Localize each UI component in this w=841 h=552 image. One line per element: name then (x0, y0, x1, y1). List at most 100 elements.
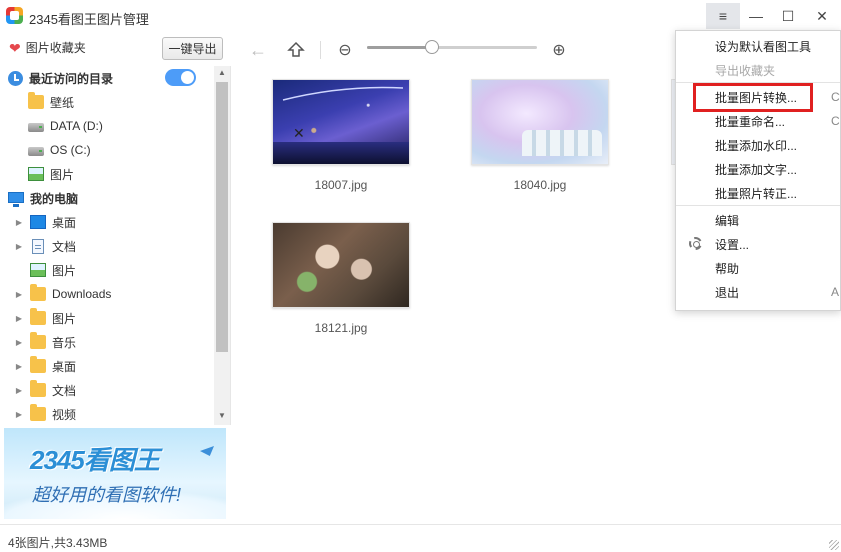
computer-tree-label: 音乐 (52, 335, 77, 350)
my-computer-header[interactable]: 我的电脑 (0, 186, 214, 210)
highlight-annotation-box (693, 83, 813, 112)
computer-tree-label: 桌面 (52, 215, 77, 230)
expand-arrow-icon[interactable]: ▶ (14, 338, 24, 347)
computer-tree-item[interactable]: ▶ 视频 (0, 402, 214, 425)
computer-tree-label: Downloads (52, 287, 112, 301)
menu-item-label: 编辑 (715, 213, 740, 228)
window-title: 2345看图王图片管理 (29, 12, 149, 27)
one-click-export-button[interactable]: 一键导出 (162, 37, 223, 60)
back-arrow-icon[interactable]: ← (247, 39, 269, 61)
computer-tree-item[interactable]: ▶ 桌面 (0, 210, 214, 234)
scroll-up-arrow-icon[interactable]: ▲ (214, 66, 230, 80)
folder-icon (30, 380, 46, 397)
computer-tree-label: 视频 (52, 407, 77, 422)
up-folder-icon[interactable] (285, 39, 307, 61)
menu-item-shortcut: A (831, 285, 840, 299)
banner-logo: 2345看图王 (30, 445, 160, 475)
menu-item-label: 帮助 (715, 261, 740, 276)
gear-icon (689, 237, 702, 250)
menu-item[interactable]: 编辑 (676, 208, 840, 232)
recent-dirs-header[interactable]: 最近访问的目录 (0, 66, 214, 90)
zoom-out-icon[interactable]: ⊖ (334, 39, 356, 61)
expand-arrow-icon[interactable]: ▶ (14, 362, 24, 371)
desktop-icon (30, 215, 46, 229)
zoom-slider-thumb[interactable] (424, 40, 439, 54)
thumbnail-image[interactable]: ✕ (272, 79, 410, 165)
minimize-button[interactable]: — (739, 3, 773, 29)
expand-arrow-icon[interactable]: ▶ (14, 242, 24, 251)
folder-icon (30, 404, 46, 421)
thumbnail-filename: 18121.jpg (314, 321, 368, 335)
computer-tree-item[interactable]: ▶ 文档 (0, 234, 214, 258)
menu-item[interactable]: 批量照片转正... (676, 181, 840, 205)
sidebar-scroll-thumb[interactable] (216, 82, 228, 352)
computer-tree-item[interactable]: ▶ 图片 (0, 306, 214, 330)
menu-item-shortcut: Ct (831, 90, 840, 104)
computer-tree-item[interactable]: ▶ Downloads (0, 282, 214, 306)
sidebar-scrollbar[interactable]: ▲ ▼ (214, 66, 230, 425)
recent-dirs-label: 最近访问的目录 (29, 71, 114, 86)
scroll-down-arrow-icon[interactable]: ▼ (214, 409, 230, 423)
app-logo-icon (6, 7, 23, 24)
doc-icon (32, 238, 44, 254)
computer-tree-label: 文档 (52, 383, 77, 398)
resize-grip-icon[interactable] (829, 540, 839, 550)
computer-icon (8, 191, 24, 207)
thumbnail-image[interactable] (272, 222, 410, 308)
menu-item[interactable]: 批量添加水印... (676, 133, 840, 157)
title-bar: 2345看图王图片管理 ≡ — ☐ ✕ (0, 0, 841, 33)
favorites-button[interactable]: ❤ 图片收藏夹 (9, 39, 86, 56)
computer-tree-item[interactable]: ▶ 音乐 (0, 330, 214, 354)
menu-separator (676, 205, 840, 206)
menu-item[interactable]: 批量重命名... C (676, 109, 840, 133)
expand-arrow-icon[interactable]: ▶ (14, 386, 24, 395)
recent-dir-item[interactable]: 图片 (0, 162, 214, 186)
menu-item-label: 批量添加水印... (715, 138, 798, 153)
zoom-in-icon[interactable]: ⊕ (548, 39, 570, 61)
recent-dir-item[interactable]: DATA (D:) (0, 114, 214, 138)
computer-tree-item[interactable]: ▶ 桌面 (0, 354, 214, 378)
expand-arrow-icon[interactable]: ▶ (14, 218, 24, 227)
computer-tree-item[interactable]: ▶ 文档 (0, 378, 214, 402)
starry-sky-picture: ✕ (282, 86, 404, 142)
recent-dir-label: DATA (D:) (50, 119, 103, 133)
thumbnail-image[interactable] (471, 79, 609, 165)
menu-item[interactable]: 设为默认看图工具 (676, 34, 840, 58)
menu-item[interactable]: 退出 A (676, 280, 840, 304)
maximize-button[interactable]: ☐ (771, 3, 805, 29)
picture-icon (30, 263, 46, 277)
heart-icon: ❤ (9, 39, 21, 56)
computer-tree-label: 桌面 (52, 359, 77, 374)
expand-arrow-icon[interactable]: ▶ (14, 410, 24, 419)
svg-text:✕: ✕ (293, 126, 305, 142)
computer-tree-label: 文档 (52, 239, 77, 254)
recent-dir-label: OS (C:) (50, 143, 91, 157)
folder-icon (30, 308, 46, 325)
expand-arrow-icon[interactable]: ▶ (14, 314, 24, 323)
promo-banner[interactable]: 2345看图王 超好用的看图软件! (4, 428, 226, 519)
banner-slogan: 超好用的看图软件! (32, 485, 182, 505)
computer-tree-item[interactable]: 图片 (0, 258, 214, 282)
folder-icon (30, 356, 46, 373)
computer-tree-label: 图片 (52, 263, 77, 278)
main-menu-button[interactable]: ≡ (706, 3, 740, 29)
main-dropdown-menu: 设为默认看图工具导出收藏夹批量图片转换...Ct批量重命名...C批量添加水印.… (675, 30, 841, 311)
thumbnail-filename: 18007.jpg (314, 178, 368, 192)
recent-dir-item[interactable]: OS (C:) (0, 138, 214, 162)
toolbar-divider (320, 41, 321, 59)
recent-dir-item[interactable]: 壁纸 (0, 90, 214, 114)
menu-item-label: 批量照片转正... (715, 186, 798, 201)
zoom-slider[interactable] (367, 40, 537, 54)
paper-plane-icon (200, 446, 214, 456)
recent-dir-label: 图片 (50, 167, 75, 182)
close-button[interactable]: ✕ (805, 3, 839, 29)
menu-item-label: 设为默认看图工具 (715, 39, 812, 54)
expand-arrow-icon[interactable]: ▶ (14, 290, 24, 299)
menu-item[interactable]: 批量添加文字... (676, 157, 840, 181)
computer-tree-label: 图片 (52, 311, 77, 326)
menu-item[interactable]: 帮助 (676, 256, 840, 280)
picture-icon (28, 167, 44, 181)
menu-item[interactable]: 设置... (676, 232, 840, 256)
recent-dirs-toggle[interactable] (165, 69, 196, 86)
menu-item-label: 导出收藏夹 (715, 63, 776, 78)
